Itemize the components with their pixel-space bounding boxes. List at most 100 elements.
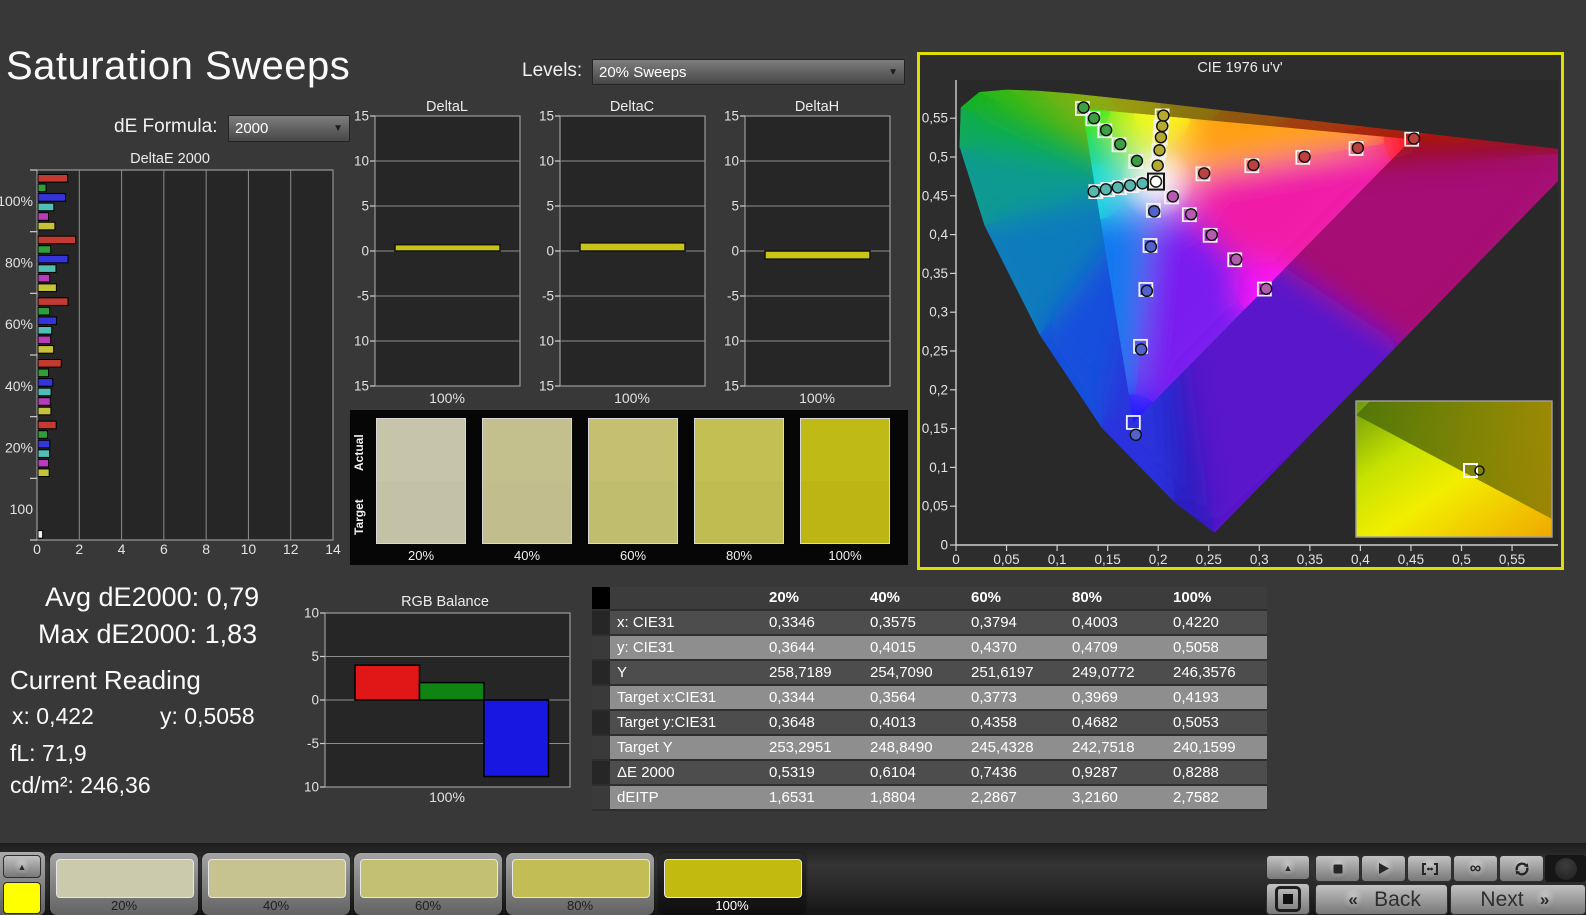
de-formula-label: dE Formula: xyxy=(114,116,217,138)
row-value-cell: 0,3564 xyxy=(863,686,964,711)
row-value-cell: 254,7090 xyxy=(863,661,964,686)
svg-text:0,45: 0,45 xyxy=(922,188,948,203)
target-swatch xyxy=(483,481,571,543)
row-value-cell: 1,8804 xyxy=(863,786,964,811)
display-window-button[interactable] xyxy=(1266,883,1310,915)
svg-text:0,4: 0,4 xyxy=(929,227,948,242)
svg-text:100: 100 xyxy=(10,501,34,517)
svg-text:10: 10 xyxy=(355,154,369,169)
table-row: ΔE 20000,53190,61040,74360,92870,8288 xyxy=(592,761,1267,786)
back-button[interactable]: « Back xyxy=(1315,884,1448,915)
svg-text:0,05: 0,05 xyxy=(922,499,948,514)
svg-text:DeltaL: DeltaL xyxy=(426,99,468,115)
actual-target-swatch-strip: Actual Target 20%40%60%80%100% xyxy=(350,410,908,565)
svg-text:10: 10 xyxy=(540,154,554,169)
next-button[interactable]: Next » xyxy=(1450,884,1586,915)
svg-text:0,1: 0,1 xyxy=(1048,552,1067,567)
svg-text:15: 15 xyxy=(355,109,369,124)
patch-button-40%[interactable]: 40% xyxy=(202,853,350,915)
cie-1976-panel[interactable]: CIE 1976 u'v'00,050,10,150,20,250,30,350… xyxy=(917,52,1564,570)
patch-button-20%[interactable]: 20% xyxy=(50,853,198,915)
svg-text:-10: -10 xyxy=(355,334,369,349)
svg-text:0,2: 0,2 xyxy=(929,382,948,397)
row-label-cell: dEITP xyxy=(610,786,762,811)
table-row: Target y:CIE310,36480,40130,43580,46820,… xyxy=(592,711,1267,736)
row-value-cell: 0,4682 xyxy=(1065,711,1166,736)
svg-text:14: 14 xyxy=(325,541,341,557)
row-value-cell: 2,2867 xyxy=(964,786,1065,811)
row-spacer-cell xyxy=(592,611,610,636)
play-measure-button[interactable] xyxy=(1361,855,1406,882)
row-label-cell: y: CIE31 xyxy=(610,636,762,661)
svg-text:0,5: 0,5 xyxy=(929,150,948,165)
arrow-up-icon: ▲ xyxy=(1279,859,1297,877)
row-value-cell: 1,6531 xyxy=(762,786,863,811)
table-row: y: CIE310,36440,40150,43700,47090,5058 xyxy=(592,636,1267,661)
patch-button-100%[interactable]: 100% xyxy=(658,853,806,915)
sat-swatch xyxy=(588,418,678,544)
sat-swatch-label: 100% xyxy=(790,548,900,563)
levels-value: 20% Sweeps xyxy=(599,64,687,81)
sat-swatch-label: 40% xyxy=(472,548,582,563)
svg-text:0,25: 0,25 xyxy=(1196,552,1222,567)
row-value-cell: 246,3576 xyxy=(1166,661,1267,686)
sat-swatch-label: 20% xyxy=(366,548,476,563)
row-value-cell: 0,5053 xyxy=(1166,711,1267,736)
table-header-cell: 40% xyxy=(863,587,964,611)
svg-text:0,15: 0,15 xyxy=(922,421,948,436)
svg-text:2: 2 xyxy=(75,541,83,557)
svg-text:0,25: 0,25 xyxy=(922,344,948,359)
actual-swatch xyxy=(801,419,889,481)
table-header-cell xyxy=(610,587,762,611)
de-formula-dropdown[interactable]: 2000 ▼ xyxy=(228,115,350,142)
svg-text:RGB Balance: RGB Balance xyxy=(401,594,489,610)
current-reading-label: Current Reading xyxy=(10,665,201,696)
row-value-cell: 0,3344 xyxy=(762,686,863,711)
target-swatch xyxy=(377,481,465,543)
table-header-cell: 20% xyxy=(762,587,863,611)
row-spacer-cell xyxy=(592,711,610,736)
patch-button-label: 100% xyxy=(658,898,806,913)
table-header-row: 20%40%60%80%100% xyxy=(592,587,1267,611)
back-button-label: Back xyxy=(1374,888,1421,912)
row-value-cell: 0,5319 xyxy=(762,761,863,786)
row-spacer-cell xyxy=(592,686,610,711)
patch-color-swatch xyxy=(512,859,650,898)
svg-text:-15: -15 xyxy=(725,379,739,394)
row-value-cell: 0,5058 xyxy=(1166,636,1267,661)
reading-x: x: 0,422 xyxy=(12,703,94,730)
svg-text:80%: 80% xyxy=(5,255,33,271)
table-row: x: CIE310,33460,35750,37940,40030,4220 xyxy=(592,611,1267,636)
svg-text:0,3: 0,3 xyxy=(1250,552,1269,567)
refresh-button[interactable] xyxy=(1499,855,1544,882)
row-value-cell: 0,4015 xyxy=(863,636,964,661)
active-patch-preview[interactable] xyxy=(3,882,41,914)
stop-measure-button[interactable] xyxy=(1315,855,1360,882)
row-spacer-cell xyxy=(592,761,610,786)
deltac-chart: DeltaC151050-5-10-15100% xyxy=(540,98,710,410)
actual-swatch xyxy=(589,419,677,481)
de-formula-value: 2000 xyxy=(235,120,268,137)
results-table: 20%40%60%80%100%x: CIE310,33460,35750,37… xyxy=(592,587,1267,811)
svg-text:15: 15 xyxy=(540,109,554,124)
svg-text:5: 5 xyxy=(546,199,554,214)
patch-button-80%[interactable]: 80% xyxy=(506,853,654,915)
play-icon xyxy=(1373,858,1395,880)
levels-label: Levels: xyxy=(522,60,582,82)
target-swatch xyxy=(589,481,677,543)
table-row: Target x:CIE310,33440,35640,37730,39690,… xyxy=(592,686,1267,711)
levels-dropdown[interactable]: 20% Sweeps ▼ xyxy=(592,59,905,85)
single-measure-button[interactable] xyxy=(1407,855,1452,882)
reading-fl: fL: 71,9 xyxy=(10,740,87,767)
row-value-cell: 2,7582 xyxy=(1166,786,1267,811)
svg-text:0: 0 xyxy=(33,541,41,557)
row-value-cell: 0,3644 xyxy=(762,636,863,661)
continuous-measure-button[interactable]: ∞ xyxy=(1453,855,1498,882)
row-value-cell: 0,4370 xyxy=(964,636,1065,661)
expand-patch-panel-button[interactable]: ▲ xyxy=(3,855,41,878)
patch-button-60%[interactable]: 60% xyxy=(354,853,502,915)
row-label-cell: Y xyxy=(610,661,762,686)
patch-button-label: 80% xyxy=(506,898,654,913)
sat-swatch xyxy=(800,418,890,544)
expand-controls-button[interactable]: ▲ xyxy=(1266,855,1310,880)
